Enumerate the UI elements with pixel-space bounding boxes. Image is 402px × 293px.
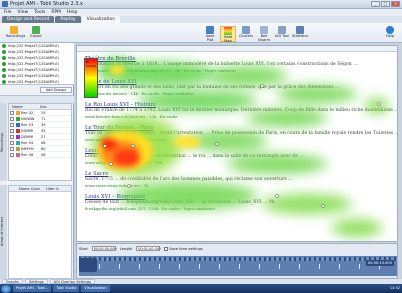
row-checkbox[interactable] bbox=[10, 129, 14, 133]
groups-toolbar bbox=[0, 95, 74, 103]
menu-rpm[interactable]: RPM bbox=[51, 9, 61, 16]
recordings-side-label: Recordings bbox=[0, 103, 7, 181]
minimize-button[interactable]: _ bbox=[371, 1, 380, 7]
gaze-plot-icon bbox=[206, 26, 214, 34]
play-button[interactable] bbox=[79, 258, 97, 272]
color-swatch bbox=[16, 111, 20, 115]
taskbar-item[interactable]: Projet AMI - Tobii... bbox=[13, 285, 52, 292]
aoi-tool-icon bbox=[278, 26, 286, 34]
clusters-icon bbox=[242, 26, 250, 34]
color-swatch bbox=[16, 153, 20, 157]
row-checkbox[interactable] bbox=[10, 123, 14, 127]
color-swatch bbox=[16, 123, 20, 127]
length-time-input[interactable]: 00:01:00.092 bbox=[136, 246, 161, 251]
status-dot-icon bbox=[2, 68, 6, 72]
menu-bar: File View Tools RPM Help bbox=[0, 9, 402, 16]
statistics-icon bbox=[296, 26, 304, 34]
heat-map-button[interactable]: Heat Map bbox=[220, 26, 236, 42]
taskbar-item[interactable]: Visualization bbox=[81, 285, 110, 292]
recordings-list: http://22.Projet7(12SAMPLE) http://22.Pr… bbox=[0, 43, 74, 85]
recording-item[interactable]: http://22.Projet7(12SAMPLE) bbox=[0, 79, 74, 85]
title-bar: Projet AMI - Tobii Studio 2.3.x _ □ ✕ bbox=[0, 0, 402, 9]
fixation-markers bbox=[79, 257, 397, 261]
groups-table: Name Dur. Rec 02 29 NUIWW 71 Rec 03 39 DSMM… bbox=[8, 103, 72, 181]
aoi-side-label: Areas of Interest bbox=[0, 185, 7, 279]
row-checkbox[interactable] bbox=[10, 111, 14, 115]
timeline-panel: Start 00:00:00.000 Length 00:01:00.092 S… bbox=[76, 243, 398, 279]
heat-map-overlay bbox=[92, 58, 389, 237]
table-row[interactable]: Rec 06 08 bbox=[9, 152, 71, 158]
aoi-tool-button[interactable]: AOI Tool bbox=[274, 26, 290, 42]
maximize-button[interactable]: □ bbox=[381, 1, 390, 7]
app-icon bbox=[2, 1, 8, 7]
start-time-input[interactable]: 00:00:00.000 bbox=[91, 246, 117, 251]
menu-file[interactable]: File bbox=[4, 9, 12, 16]
os-taskbar: Projet AMI - Tobii... Tobii Studio Visua… bbox=[0, 284, 402, 293]
save-time-settings-checkbox[interactable]: Save time settings bbox=[164, 246, 203, 252]
clusters-button[interactable]: Clusters bbox=[238, 26, 254, 42]
tab-replay[interactable]: Replay bbox=[55, 16, 81, 23]
tab-visualization[interactable]: Visualization bbox=[81, 16, 121, 23]
status-dot-icon bbox=[2, 80, 6, 84]
bee-swarm-icon bbox=[260, 26, 268, 34]
status-dot-icon bbox=[2, 56, 6, 60]
timeline-track[interactable] bbox=[79, 256, 397, 276]
aoi-table-header: Name Color Hide % bbox=[9, 186, 71, 192]
status-dot-icon bbox=[2, 44, 6, 48]
row-checkbox[interactable] bbox=[10, 117, 14, 121]
menu-view[interactable]: View bbox=[18, 9, 29, 16]
taskbar-item[interactable]: Tobii Studio bbox=[53, 285, 80, 292]
tab-design-and-record[interactable]: Design and Record bbox=[2, 16, 55, 23]
color-swatch bbox=[16, 129, 20, 133]
status-dot-icon bbox=[2, 50, 6, 54]
export-button[interactable]: Export bbox=[28, 26, 44, 42]
bee-swarm-button[interactable]: Bee Swarm bbox=[256, 26, 272, 42]
start-button[interactable] bbox=[1, 284, 11, 293]
gaze-plot-button[interactable]: Gaze Plot bbox=[202, 26, 218, 42]
row-checkbox[interactable] bbox=[10, 135, 14, 139]
row-checkbox[interactable] bbox=[10, 153, 14, 157]
heat-map-icon bbox=[224, 27, 232, 35]
add-groups-button[interactable]: Add Groups bbox=[40, 87, 72, 93]
help-button[interactable]: Help bbox=[382, 26, 398, 42]
recordings-button[interactable]: Recordings bbox=[6, 26, 25, 42]
taskbar-clock: 14:32 bbox=[389, 286, 400, 290]
menu-help[interactable]: Help bbox=[67, 9, 77, 16]
checkbox-icon bbox=[164, 247, 169, 251]
time-display: 00:00:10.000 bbox=[365, 260, 394, 266]
color-swatch bbox=[16, 147, 20, 151]
row-checkbox[interactable] bbox=[10, 147, 14, 151]
color-swatch bbox=[16, 135, 20, 139]
workspace-tabs: Design and Record Replay Visualization bbox=[0, 16, 402, 23]
heatmap-legend: % counts bbox=[84, 58, 98, 98]
time-ticks bbox=[79, 264, 397, 269]
color-swatch bbox=[16, 141, 20, 145]
aoi-table: Name Color Hide % bbox=[8, 185, 72, 279]
statistics-button[interactable]: Statistics bbox=[292, 26, 308, 42]
help-icon bbox=[386, 26, 394, 34]
status-dot-icon bbox=[2, 74, 6, 78]
ribbon-toolbar: Recordings Export Gaze Plot Heat Map Clu… bbox=[0, 23, 402, 43]
export-icon bbox=[32, 26, 40, 34]
heatmap-canvas[interactable]: Théâtre de BrévilleLa fondation du théât… bbox=[76, 45, 398, 242]
status-dot-icon bbox=[2, 62, 6, 66]
row-checkbox[interactable] bbox=[10, 141, 14, 145]
close-button[interactable]: ✕ bbox=[391, 1, 400, 7]
recordings-icon bbox=[10, 26, 18, 34]
left-panel: http://22.Projet7(12SAMPLE) http://22.Pr… bbox=[0, 43, 74, 279]
menu-tools[interactable]: Tools bbox=[34, 9, 45, 16]
color-swatch bbox=[16, 117, 20, 121]
window-title: Projet AMI - Tobii Studio 2.3.x bbox=[10, 1, 83, 7]
